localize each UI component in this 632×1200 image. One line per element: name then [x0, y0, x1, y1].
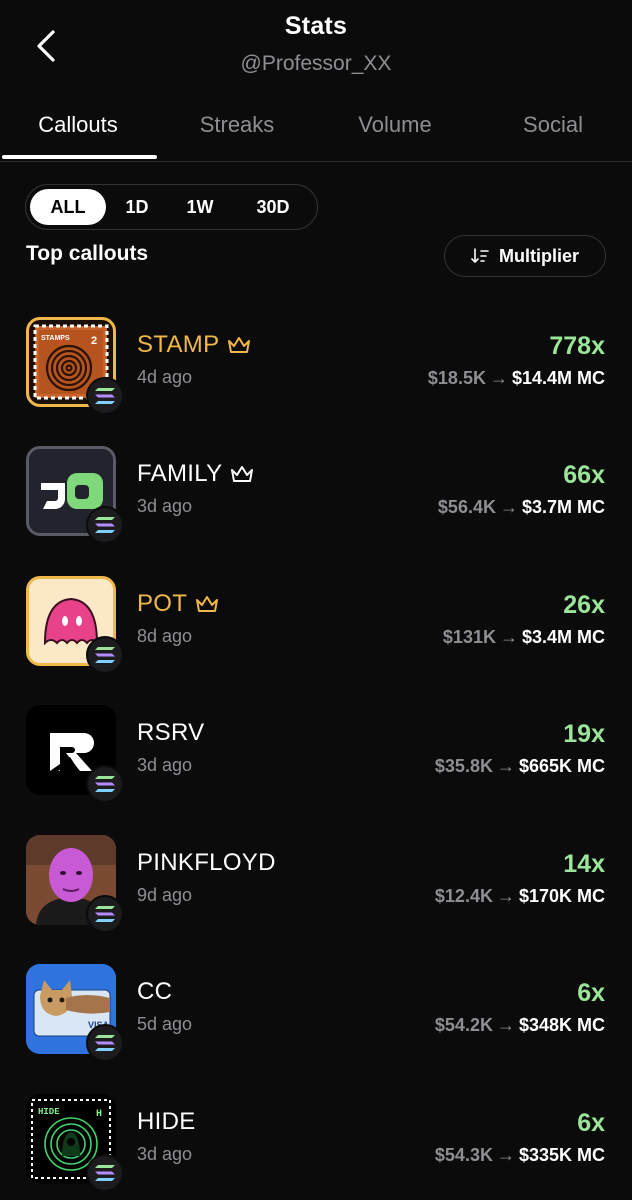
market-cap-change: $35.8K → $665K MC [434, 756, 605, 776]
callout-row[interactable]: FAMILY 3d ago 66x $56.4K → $3.7M MC [0, 446, 632, 546]
solana-chain-badge [86, 377, 124, 415]
token-name: FAMILY [137, 460, 254, 488]
token-name: POT [137, 590, 219, 618]
market-cap-change: $18.5K → $14.4M MC [427, 368, 605, 388]
callout-age: 9d ago [137, 885, 193, 905]
market-cap-change: $54.3K → $335K MC [434, 1145, 605, 1165]
arrow-right-icon: → [496, 886, 515, 906]
filter-30d[interactable]: 30D [242, 189, 304, 225]
token-name: HIDE [137, 1108, 196, 1135]
solana-chain-badge [86, 895, 124, 933]
multiplier-value: 6x [577, 1109, 605, 1137]
tab-volume[interactable]: Volume [320, 112, 470, 138]
arrow-right-icon: → [496, 756, 515, 776]
callout-row[interactable]: HIDE H HIDE 3d ago 6x $54.3K → $335K MC [0, 1094, 632, 1194]
arrow-right-icon: → [499, 497, 518, 517]
multiplier-value: 778x [549, 332, 605, 360]
tab-social[interactable]: Social [478, 112, 628, 138]
active-tab-indicator [2, 155, 157, 159]
sort-button[interactable]: Multiplier [444, 235, 606, 277]
callout-row[interactable]: VISA CC 5d ago 6x $54.2K→$348K MC [0, 964, 632, 1064]
user-handle: @Professor_XX [240, 52, 392, 75]
solana-icon [95, 1035, 115, 1051]
page-title: Stats [284, 12, 348, 40]
crown-icon [196, 596, 219, 612]
callout-age: 8d ago [137, 626, 193, 646]
sort-descending-icon [471, 248, 489, 263]
market-cap-change: $12.4K → $170K MC [434, 886, 605, 906]
arrow-right-icon: → [489, 368, 508, 388]
tab-callouts[interactable]: Callouts [3, 112, 153, 138]
callout-row[interactable]: STAMPS 2 STAMP 4d ago 778x $18.5K → $14.4M… [0, 317, 632, 417]
arrow-right-icon: → [496, 1145, 515, 1165]
solana-chain-badge [86, 1154, 124, 1192]
arrow-right-icon: → [499, 627, 518, 647]
callout-age: 3d ago [137, 1144, 193, 1164]
solana-chain-badge [86, 636, 124, 674]
multiplier-value: 66x [563, 461, 605, 489]
callout-age: 4d ago [137, 367, 193, 387]
market-cap-change: $54.2K → $348K MC [434, 1015, 605, 1035]
solana-icon [95, 517, 115, 533]
sort-label: Multiplier [499, 245, 579, 266]
solana-chain-badge [86, 1024, 124, 1062]
market-cap-change: $131K → $3.4M MC [442, 627, 605, 647]
time-filter-group: ALL 1D 1W 30D [25, 184, 318, 230]
callout-row[interactable]: RSRV 3d ago 19x $35.8K → $665K MC [0, 705, 632, 805]
token-name: CC [137, 978, 173, 1005]
multiplier-value: 19x [563, 720, 605, 748]
callout-age: 3d ago [137, 755, 193, 775]
svg-text:HIDE: HIDE [38, 1107, 60, 1117]
solana-icon [95, 906, 115, 922]
crown-icon [228, 337, 251, 353]
solana-chain-badge [86, 765, 124, 803]
filter-1d[interactable]: 1D [112, 189, 162, 225]
solana-icon [95, 647, 115, 663]
section-title: Top callouts [26, 242, 149, 265]
filter-all[interactable]: ALL [30, 189, 106, 225]
callout-row[interactable]: PINKFLOYD 9d ago 14x $12.4K → $170K MC [0, 835, 632, 935]
svg-text:H: H [96, 1109, 102, 1120]
filter-1w[interactable]: 1W [174, 189, 226, 225]
arrow-right-icon: → [496, 1015, 515, 1035]
svg-text:2: 2 [91, 335, 97, 347]
solana-icon [95, 388, 115, 404]
header: Stats @Professor_XX [0, 0, 632, 100]
tab-bar: Callouts Streaks Volume Social [0, 100, 632, 162]
solana-chain-badge [86, 506, 124, 544]
multiplier-value: 26x [563, 591, 605, 619]
callout-row[interactable]: POT 8d ago 26x $131K → $3.4M MC [0, 576, 632, 676]
multiplier-value: 14x [563, 850, 605, 878]
solana-icon [95, 1165, 115, 1181]
token-name: STAMP [137, 331, 251, 359]
callout-age: 5d ago [137, 1014, 193, 1034]
tab-streaks[interactable]: Streaks [162, 112, 312, 138]
callout-age: 3d ago [137, 496, 193, 516]
token-name: PINKFLOYD [137, 849, 276, 876]
token-name: RSRV [137, 719, 205, 746]
svg-text:STAMPS: STAMPS [41, 335, 70, 342]
crown-icon [231, 466, 254, 482]
multiplier-value: 6x [577, 979, 605, 1007]
market-cap-change: $56.4K → $3.7M MC [437, 497, 605, 517]
solana-icon [95, 776, 115, 792]
